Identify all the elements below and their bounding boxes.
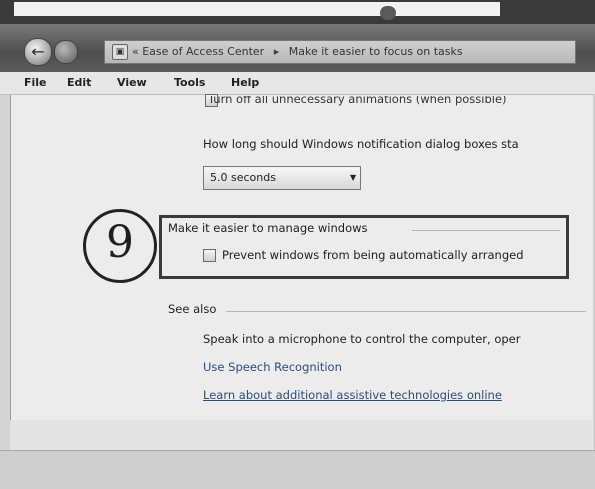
content-bottom-area <box>10 420 592 450</box>
menu-bar: File Edit View Tools Help <box>0 72 595 95</box>
callout-highlight-box <box>159 215 569 279</box>
breadcrumb-separator: ▸ <box>273 45 280 58</box>
back-button[interactable]: ← <box>24 38 52 66</box>
screenshot: ← ▣ « Ease of Access Center ▸ Make it eas… <box>0 0 595 489</box>
breadcrumb-focus-tasks[interactable]: Make it easier to focus on tasks <box>289 45 463 58</box>
menu-help[interactable]: Help <box>231 76 259 89</box>
menu-file[interactable]: File <box>24 76 47 89</box>
control-panel-icon: ▣ <box>112 44 128 60</box>
menu-view[interactable]: View <box>117 76 147 89</box>
breadcrumb-prefix: « <box>132 45 139 58</box>
window-top-band <box>0 0 595 24</box>
speech-recognition-link[interactable]: Use Speech Recognition <box>203 360 342 374</box>
back-arrow-icon: ← <box>31 42 45 61</box>
speech-description: Speak into a microphone to control the c… <box>203 332 521 346</box>
top-bright-strip <box>14 2 500 16</box>
assistive-technologies-link[interactable]: Learn about additional assistive technol… <box>203 388 502 402</box>
top-knob <box>380 6 396 20</box>
animations-label: Turn off all unnecessary animations (whe… <box>208 96 507 106</box>
menu-edit[interactable]: Edit <box>67 76 91 89</box>
see-also-divider <box>226 311 586 312</box>
left-frame-rail <box>0 95 10 450</box>
forward-button[interactable] <box>54 40 78 64</box>
menu-tools[interactable]: Tools <box>174 76 205 89</box>
notification-duration-question: How long should Windows notification dia… <box>203 137 519 151</box>
see-also-heading: See also <box>168 302 217 316</box>
breadcrumb-ease-of-access[interactable]: Ease of Access Center <box>142 45 264 58</box>
callout-step-number: 9 <box>83 209 157 283</box>
chevron-down-icon: ▼ <box>350 173 357 182</box>
window-bottom-frame <box>0 450 595 489</box>
address-bar[interactable]: ▣ « Ease of Access Center ▸ Make it easie… <box>104 40 576 64</box>
notification-duration-select[interactable]: 5.0 seconds ▼ <box>203 166 361 190</box>
notification-duration-value: 5.0 seconds <box>210 171 276 184</box>
